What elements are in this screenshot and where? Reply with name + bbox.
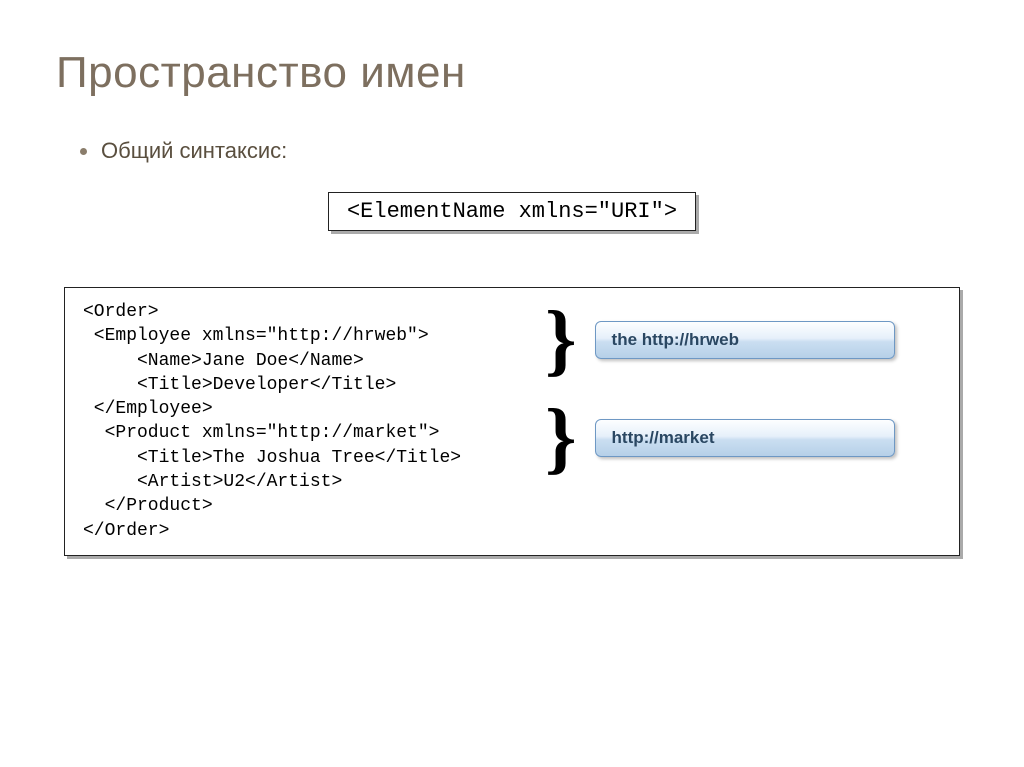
- brace-icon: }: [545, 306, 577, 374]
- brace-icon: }: [545, 404, 577, 472]
- annotation-badge-1: the http://hrweb: [595, 321, 895, 359]
- bullet-icon: [80, 148, 87, 155]
- bullet-row: Общий синтаксис:: [80, 138, 968, 164]
- syntax-box-wrap: <ElementName xmlns="URI">: [56, 192, 968, 231]
- syntax-box: <ElementName xmlns="URI">: [328, 192, 696, 231]
- annotation-row-2: } http://market: [545, 404, 895, 472]
- annotation-badge-2: http://market: [595, 419, 895, 457]
- slide-title: Пространство имен: [56, 48, 968, 98]
- slide: Пространство имен Общий синтаксис: <Elem…: [0, 0, 1024, 767]
- bullet-text: Общий синтаксис:: [101, 138, 287, 164]
- annotation-row-1: } the http://hrweb: [545, 306, 895, 374]
- example-box: <Order> <Employee xmlns="http://hrweb"> …: [64, 287, 960, 556]
